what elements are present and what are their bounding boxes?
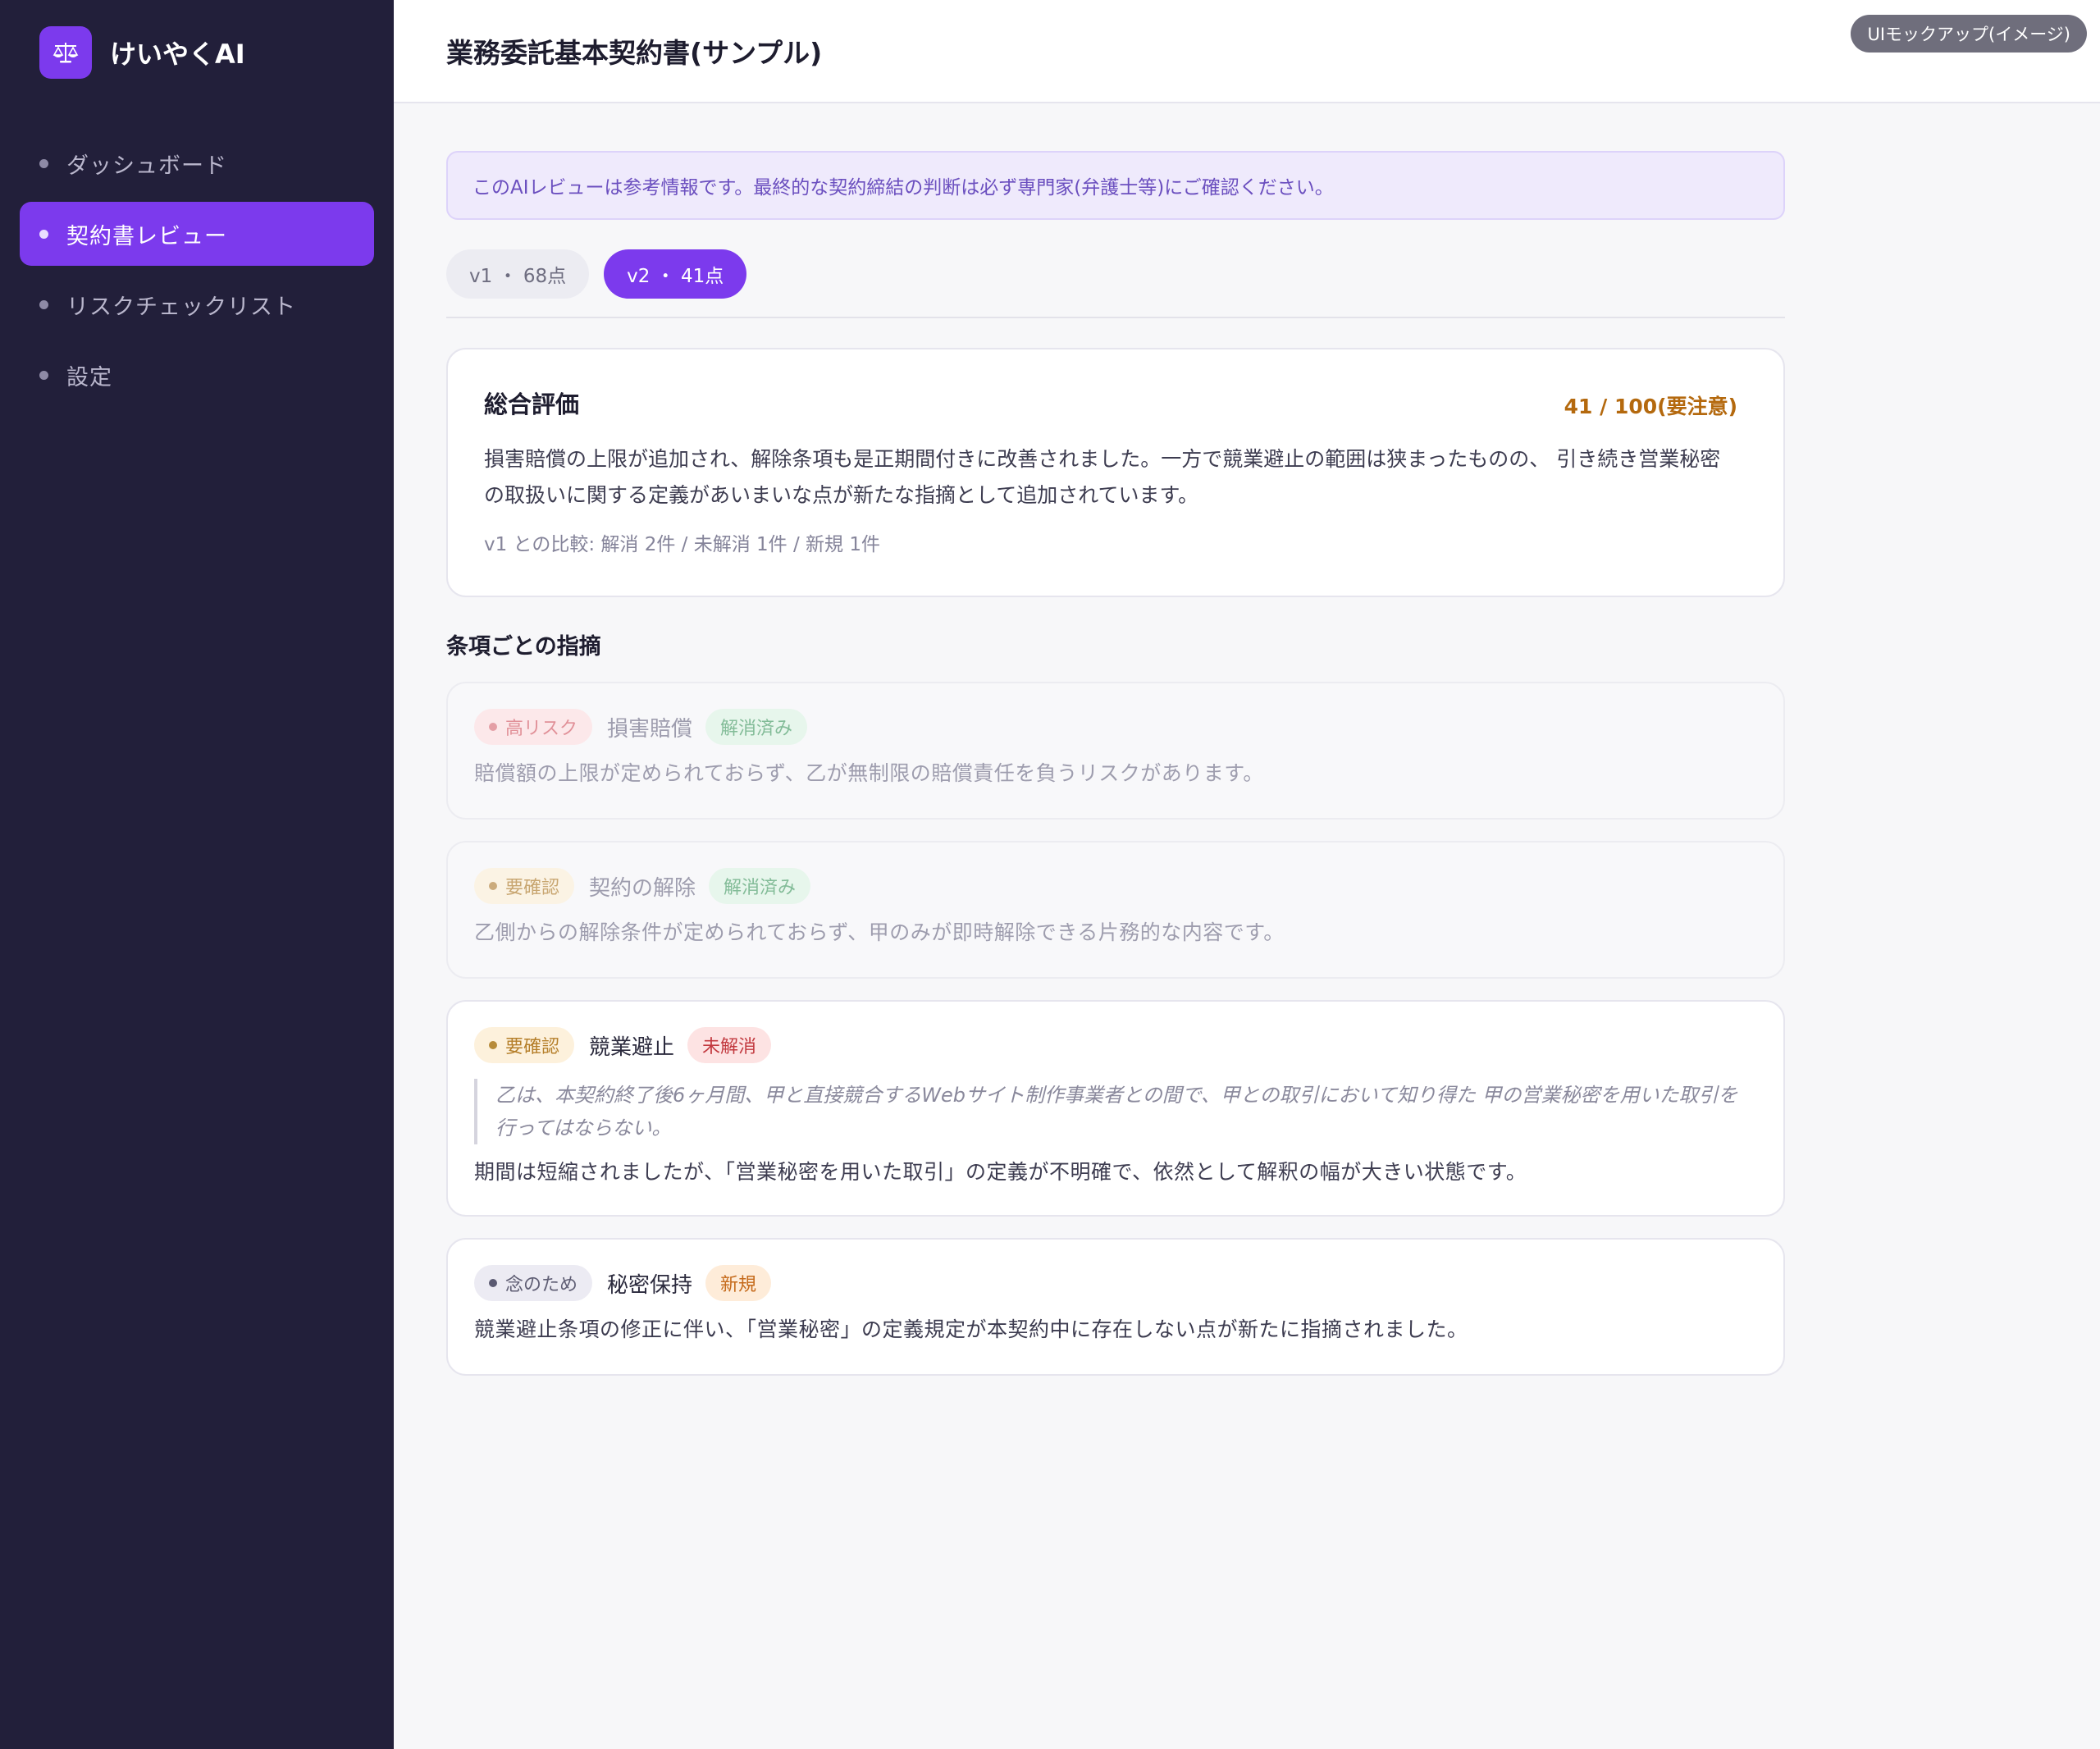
- divider: [446, 317, 1785, 318]
- clause-name: 競業避止: [589, 1034, 675, 1060]
- sidebar-item-contract-review[interactable]: 契約書レビュー: [20, 202, 374, 266]
- issue-card[interactable]: 高リスク 損害賠償 解消済み 賠償額の上限が定められておらず、乙が無制限の賠償責…: [446, 682, 1785, 820]
- issue-card[interactable]: 念のため 秘密保持 新規 競業避止条項の修正に伴い、「営業秘密」の定義規定が本契…: [446, 1238, 1785, 1376]
- summary-title: 総合評価: [484, 390, 580, 418]
- brand[interactable]: けいやくAI: [39, 26, 245, 79]
- risk-label: 要確認: [505, 878, 560, 898]
- risk-dot-icon: [489, 723, 497, 731]
- risk-badge: 要確認: [474, 868, 575, 904]
- sidebar-item-risk-checklist[interactable]: リスクチェックリスト: [20, 272, 374, 336]
- risk-badge: 念のため: [474, 1265, 593, 1301]
- status-badge: 新規: [705, 1265, 772, 1301]
- sidebar-nav: ダッシュボード 契約書レビュー リスクチェックリスト 設定: [20, 131, 374, 413]
- status-badge: 解消済み: [709, 868, 811, 904]
- app-name: けいやくAI: [110, 39, 245, 70]
- status-badge: 未解消: [687, 1027, 772, 1063]
- summary-score: 41 / 100(要注意): [1564, 395, 1737, 418]
- tab-v2[interactable]: v2 ・ 41点: [604, 249, 747, 299]
- summary-card: 総合評価 41 / 100(要注意) 損害賠償の上限が追加され、解除条項も是正期…: [446, 348, 1785, 597]
- clause-quote: 乙は、本契約終了後6ヶ月間、甲と直接競合するWebサイト制作事業者との間で、甲と…: [474, 1079, 1754, 1144]
- clause-name: 秘密保持: [607, 1272, 693, 1298]
- issue-card[interactable]: 要確認 契約の解除 解消済み 乙側からの解除条件が定められておらず、甲のみが即時…: [446, 841, 1785, 979]
- page-title: 業務委託基本契約書(サンプル): [446, 37, 823, 69]
- sidebar-item-label: 設定: [66, 364, 112, 390]
- issue-description: 賠償額の上限が定められておらず、乙が無制限の賠償責任を負うリスクがあります。: [474, 761, 1264, 785]
- disclaimer-notice: このAIレビューは参考情報です。最終的な契約締結の判断は必ず専門家(弁護士等)に…: [446, 151, 1785, 220]
- issue-header: 念のため 秘密保持 新規: [474, 1264, 1757, 1302]
- risk-label: 要確認: [505, 1037, 560, 1057]
- version-tabs: v1 ・ 68点 v2 ・ 41点: [446, 249, 1785, 300]
- issue-header: 要確認 契約の解除 解消済み: [474, 867, 1757, 905]
- risk-label: 高リスク: [505, 719, 578, 739]
- sidebar-item-label: リスクチェックリスト: [66, 294, 296, 320]
- sidebar-item-dashboard[interactable]: ダッシュボード: [20, 131, 374, 195]
- main-content: このAIレビューは参考情報です。最終的な契約締結の判断は必ず専門家(弁護士等)に…: [446, 151, 1785, 1376]
- sidebar-item-label: 契約書レビュー: [66, 223, 227, 249]
- mockup-badge: UIモックアップ(イメージ): [1851, 15, 2087, 53]
- page-header: 業務委託基本契約書(サンプル) UIモックアップ(イメージ): [394, 0, 2100, 103]
- tab-v1[interactable]: v1 ・ 68点: [446, 249, 590, 299]
- risk-label: 念のため: [505, 1275, 578, 1295]
- issue-card[interactable]: 要確認 競業避止 未解消 乙は、本契約終了後6ヶ月間、甲と直接競合するWebサイ…: [446, 1000, 1785, 1217]
- bullet-icon: [39, 158, 48, 168]
- version-comparison: v1 との比較: 解消 2件 / 未解消 1件 / 新規 1件: [484, 534, 880, 555]
- risk-dot-icon: [489, 1279, 497, 1287]
- clause-name: 損害賠償: [607, 716, 693, 742]
- bullet-icon: [39, 299, 48, 309]
- bullet-icon: [39, 229, 48, 239]
- summary-body: 損害賠償の上限が追加され、解除条項も是正期間付きに改善されました。一方で競業避止…: [484, 447, 1721, 507]
- risk-dot-icon: [489, 1041, 497, 1049]
- issue-header: 要確認 競業避止 未解消: [474, 1026, 1757, 1064]
- risk-badge: 要確認: [474, 1027, 575, 1063]
- bullet-icon: [39, 370, 48, 380]
- issue-header: 高リスク 損害賠償 解消済み: [474, 708, 1757, 746]
- issue-description: 期間は短縮されましたが、「営業秘密を用いた取引」の定義が不明確で、依然として解釈…: [474, 1160, 1527, 1184]
- sidebar-item-settings[interactable]: 設定: [20, 343, 374, 407]
- issues-section-title: 条項ごとの指摘: [446, 634, 601, 660]
- scales-icon: [39, 26, 92, 79]
- clause-name: 契約の解除: [589, 875, 696, 901]
- sidebar-item-label: ダッシュボード: [66, 153, 227, 179]
- issue-description: 競業避止条項の修正に伴い、「営業秘密」の定義規定が本契約中に存在しない点が新たに…: [474, 1317, 1468, 1341]
- sidebar: けいやくAI ダッシュボード 契約書レビュー リスクチェックリスト 設定: [0, 0, 394, 1749]
- issue-description: 乙側からの解除条件が定められておらず、甲のみが即時解除できる片務的な内容です。: [474, 920, 1285, 944]
- status-badge: 解消済み: [705, 709, 808, 745]
- risk-badge: 高リスク: [474, 709, 593, 745]
- risk-dot-icon: [489, 882, 497, 890]
